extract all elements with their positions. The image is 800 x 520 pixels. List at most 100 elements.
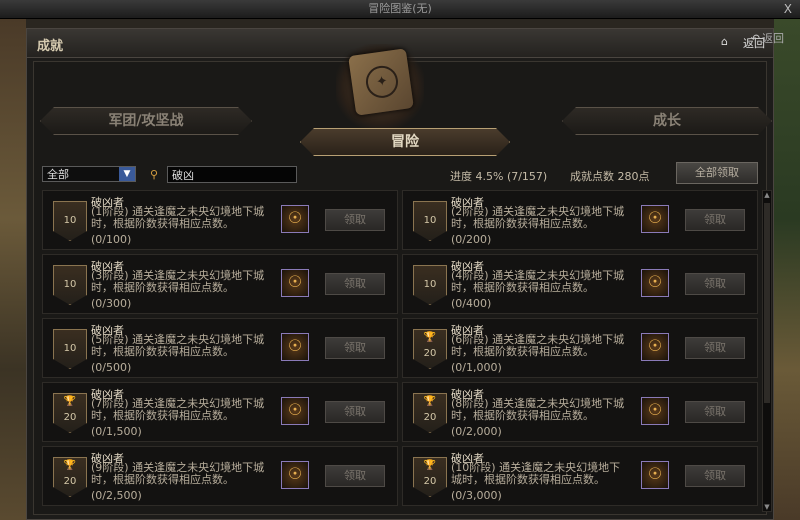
reward-icon[interactable]: [281, 333, 309, 361]
level-value: 10: [63, 279, 77, 290]
page-title: 成就: [37, 39, 64, 54]
level-value: 20: [423, 476, 437, 487]
search-icon: ⚲: [150, 168, 159, 181]
achievement-desc: (7阶段) 通关逢魔之未央幻境地下城时，根据阶数获得相应点数。: [91, 397, 265, 422]
home-icon[interactable]: ⌂: [721, 35, 733, 48]
background-art-right: [774, 18, 800, 520]
level-badge: 🏆 20: [413, 457, 447, 497]
window-title: 冒险图鉴(无): [368, 2, 432, 15]
achievement-desc: (10阶段) 通关逢魔之未央幻境地下城时，根据阶数获得相应点数。: [451, 461, 621, 486]
level-value: 20: [63, 412, 77, 423]
return-arrow-icon: ↶: [750, 32, 760, 45]
chevron-down-icon[interactable]: ▼: [119, 167, 135, 181]
achievement-card: 10 破凶者 (2阶段) 通关逢魔之未央幻境地下城时，根据阶数获得相应点数。 (…: [402, 190, 758, 250]
back-link-label: 返回: [762, 32, 784, 45]
achievement-card: 🏆 20 破凶者 (9阶段) 通关逢魔之未央幻境地下城时，根据阶数获得相应点数。 …: [42, 446, 398, 506]
claim-button[interactable]: 领取: [685, 209, 745, 231]
trophy-icon: 🏆: [423, 460, 437, 471]
reward-icon[interactable]: [281, 269, 309, 297]
category-select[interactable]: 全部 ▼: [42, 166, 136, 182]
trophy-icon: 🏆: [423, 396, 437, 407]
scrollbar[interactable]: ▲ ▼: [762, 190, 772, 512]
achievement-card: 10 破凶者 (4阶段) 通关逢魔之未央幻境地下城时，根据阶数获得相应点数。 (…: [402, 254, 758, 314]
level-badge: 🏆 20: [413, 329, 447, 369]
trophy-icon: 🏆: [63, 396, 77, 407]
claim-button[interactable]: 领取: [325, 209, 385, 231]
reward-icon[interactable]: [641, 397, 669, 425]
level-value: 10: [423, 279, 437, 290]
achievement-desc: (6阶段) 通关逢魔之未央幻境地下城时，根据阶数获得相应点数。: [451, 333, 625, 358]
scroll-thumb[interactable]: [764, 203, 770, 403]
achievement-count: (0/500): [91, 361, 132, 374]
window-titlebar: 冒险图鉴(无) X: [0, 0, 800, 19]
trophy-icon: 🏆: [63, 460, 77, 471]
category-select-value: 全部: [47, 168, 69, 181]
level-value: 20: [423, 412, 437, 423]
reward-icon[interactable]: [641, 269, 669, 297]
achievement-desc: (5阶段) 通关逢魔之未央幻境地下城时，根据阶数获得相应点数。: [91, 333, 265, 358]
achievement-count: (0/100): [91, 233, 132, 246]
reward-icon[interactable]: [641, 333, 669, 361]
trophy-icon: 🏆: [423, 332, 437, 343]
level-badge: 10: [53, 329, 87, 369]
level-value: 10: [63, 215, 77, 226]
claim-button[interactable]: 领取: [685, 465, 745, 487]
background-art-left: [0, 18, 26, 520]
reward-icon[interactable]: [641, 205, 669, 233]
level-badge: 🏆 20: [413, 393, 447, 433]
achievement-count: (0/1,500): [91, 425, 142, 438]
achievement-desc: (1阶段) 通关逢魔之未央幻境地下城时，根据阶数获得相应点数。: [91, 205, 265, 230]
reward-icon[interactable]: [281, 205, 309, 233]
achievement-count: (0/2,500): [91, 489, 142, 502]
level-badge: 10: [53, 201, 87, 241]
claim-button[interactable]: 领取: [325, 273, 385, 295]
achievement-desc: (9阶段) 通关逢魔之未央幻境地下城时，根据阶数获得相应点数。: [91, 461, 265, 486]
level-badge: 🏆 20: [53, 457, 87, 497]
achievement-points: 成就点数 280点: [570, 170, 650, 183]
back-link[interactable]: ↶ 返回: [751, 30, 784, 46]
scroll-up-icon[interactable]: ▲: [763, 191, 771, 199]
achievement-count: (0/3,000): [451, 489, 502, 502]
level-value: 20: [423, 348, 437, 359]
achievement-desc: (3阶段) 通关逢魔之未央幻境地下城时，根据阶数获得相应点数。: [91, 269, 265, 294]
claim-button[interactable]: 领取: [685, 337, 745, 359]
claim-button[interactable]: 领取: [325, 337, 385, 359]
claim-button[interactable]: 领取: [325, 401, 385, 423]
achievement-card: 🏆 20 破凶者 (10阶段) 通关逢魔之未央幻境地下城时，根据阶数获得相应点数。…: [402, 446, 758, 506]
scroll-emblem-icon: ✦: [348, 48, 414, 116]
claim-button[interactable]: 领取: [685, 401, 745, 423]
search-input[interactable]: [167, 166, 297, 183]
reward-icon[interactable]: [281, 397, 309, 425]
achievement-card: 10 破凶者 (3阶段) 通关逢魔之未央幻境地下城时，根据阶数获得相应点数。 (…: [42, 254, 398, 314]
tab-growth[interactable]: 成长: [562, 107, 772, 135]
tab-legion-siege[interactable]: 军团/攻坚战: [40, 107, 252, 135]
tab-adventure[interactable]: 冒险: [300, 128, 510, 156]
level-badge: 10: [413, 201, 447, 241]
scroll-down-icon[interactable]: ▼: [763, 503, 771, 511]
achievement-card: 10 破凶者 (5阶段) 通关逢魔之未央幻境地下城时，根据阶数获得相应点数。 (…: [42, 318, 398, 378]
achievement-card: 10 破凶者 (1阶段) 通关逢魔之未央幻境地下城时，根据阶数获得相应点数。 (…: [42, 190, 398, 250]
level-value: 20: [63, 476, 77, 487]
claim-button[interactable]: 领取: [325, 465, 385, 487]
achievement-count: (0/300): [91, 297, 132, 310]
achievement-desc: (2阶段) 通关逢魔之未央幻境地下城时，根据阶数获得相应点数。: [451, 205, 625, 230]
achievement-count: (0/200): [451, 233, 492, 246]
claim-button[interactable]: 领取: [685, 273, 745, 295]
close-icon[interactable]: X: [784, 0, 792, 18]
achievement-desc: (4阶段) 通关逢魔之未央幻境地下城时，根据阶数获得相应点数。: [451, 269, 625, 294]
achievement-count: (0/400): [451, 297, 492, 310]
level-badge: 10: [413, 265, 447, 305]
progress-text: 进度 4.5% (7/157): [450, 170, 548, 183]
reward-icon[interactable]: [641, 461, 669, 489]
achievement-card: 🏆 20 破凶者 (8阶段) 通关逢魔之未央幻境地下城时，根据阶数获得相应点数。 …: [402, 382, 758, 442]
level-value: 10: [423, 215, 437, 226]
achievement-desc: (8阶段) 通关逢魔之未央幻境地下城时，根据阶数获得相应点数。: [451, 397, 625, 422]
level-value: 10: [63, 343, 77, 354]
achievement-count: (0/1,000): [451, 361, 502, 374]
achievement-card: 🏆 20 破凶者 (6阶段) 通关逢魔之未央幻境地下城时，根据阶数获得相应点数。 …: [402, 318, 758, 378]
compass-icon: ✦: [363, 63, 401, 100]
reward-icon[interactable]: [281, 461, 309, 489]
level-badge: 🏆 20: [53, 393, 87, 433]
claim-all-button[interactable]: 全部领取: [676, 162, 758, 184]
level-badge: 10: [53, 265, 87, 305]
